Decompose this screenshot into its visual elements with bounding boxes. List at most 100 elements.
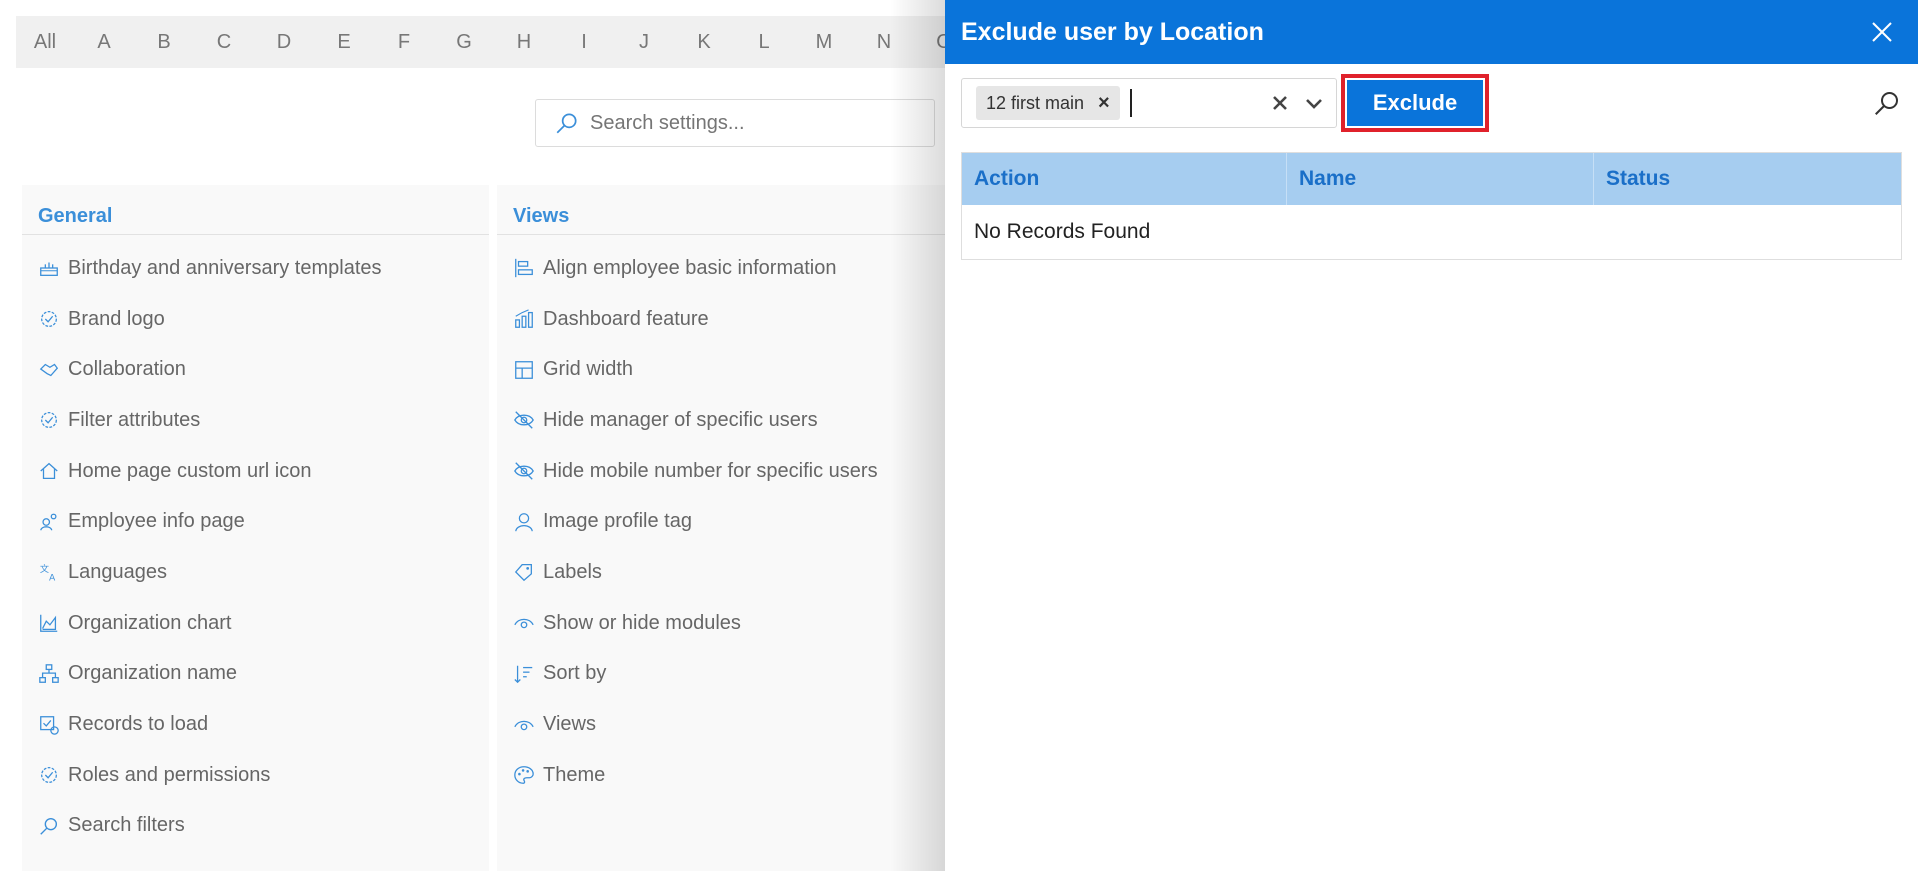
views-item-theme[interactable]: Theme	[497, 750, 957, 801]
general-item-collaboration[interactable]: Collaboration	[22, 344, 489, 395]
svg-text:文: 文	[40, 563, 49, 575]
search-icon[interactable]	[1872, 88, 1902, 118]
general-title: General	[22, 185, 489, 235]
general-list: Birthday and anniversary templates Brand …	[22, 243, 489, 851]
alpha-b[interactable]: B	[134, 31, 194, 54]
exclude-location-drawer: Exclude user by Location 12 first main ×…	[945, 0, 1918, 871]
exclude-button[interactable]: Exclude	[1347, 80, 1483, 126]
general-item-label: Languages	[68, 560, 167, 583]
alpha-j[interactable]: J	[614, 31, 674, 54]
alpha-g[interactable]: G	[434, 31, 494, 54]
eye-icon	[514, 618, 534, 629]
tag-icon	[514, 564, 532, 582]
views-item-hide-mobile-number-for-specific-users[interactable]: Hide mobile number for specific users	[497, 446, 957, 497]
table-icon	[515, 360, 533, 379]
general-item-filter-attributes[interactable]: Filter attributes	[22, 395, 489, 446]
close-icon	[1872, 22, 1892, 42]
views-item-show-or-hide-modules[interactable]: Show or hide modules	[497, 598, 957, 649]
general-item-search-filters[interactable]: Search filters	[22, 801, 489, 852]
excluded-users-grid: Action Name Status No Records Found	[961, 152, 1902, 260]
alpha-l[interactable]: L	[734, 31, 794, 54]
general-item-home-page-custom-url-icon[interactable]: Home page custom url icon	[22, 446, 489, 497]
general-item-label: Brand logo	[68, 307, 165, 330]
general-item-organization-name[interactable]: Organization name	[22, 649, 489, 700]
views-list: Align employee basic information Dashboar…	[497, 243, 957, 801]
area-chart-icon	[40, 614, 58, 633]
views-item-views[interactable]: Views	[497, 699, 957, 750]
general-item-label: Records to load	[68, 713, 209, 736]
views-item-label: Sort by	[543, 662, 607, 685]
settings-search-input[interactable]	[590, 111, 890, 135]
alpha-e[interactable]: E	[314, 31, 374, 54]
views-item-sort-by[interactable]: Sort by	[497, 649, 957, 700]
general-item-label: Organization name	[68, 662, 237, 685]
views-panel: Views Align employee basic information Da…	[497, 185, 957, 871]
alpha-f[interactable]: F	[374, 31, 434, 54]
alpha-k[interactable]: K	[674, 31, 734, 54]
views-item-label: Hide mobile number for specific users	[543, 459, 878, 482]
views-item-label: Dashboard feature	[543, 307, 709, 330]
badge-check-icon	[41, 311, 57, 328]
empty-records-message: No Records Found	[974, 220, 1151, 243]
palette-icon	[514, 766, 534, 785]
drawer-title: Exclude user by Location	[961, 17, 1264, 46]
alpha-m[interactable]: M	[794, 31, 854, 54]
settings-search-box[interactable]	[535, 99, 935, 147]
general-item-label: Birthday and anniversary templates	[68, 256, 382, 279]
alpha-a[interactable]: A	[74, 31, 134, 54]
alpha-h[interactable]: H	[494, 31, 554, 54]
close-button[interactable]	[1864, 14, 1900, 50]
eye-off-icon	[514, 462, 534, 480]
svg-text:A: A	[49, 573, 56, 584]
alpha-all[interactable]: All	[16, 31, 74, 54]
handshake-icon	[39, 363, 59, 377]
eye-off-icon	[514, 411, 534, 430]
views-title: Views	[497, 185, 957, 235]
general-item-records-to-load[interactable]: Records to load	[22, 699, 489, 750]
views-item-label: Theme	[543, 763, 606, 786]
bar-chart-icon	[515, 309, 533, 328]
general-item-languages[interactable]: 文 A Languages	[22, 547, 489, 598]
views-item-hide-manager-of-specific-users[interactable]: Hide manager of specific users	[497, 395, 957, 446]
location-multiselect[interactable]: 12 first main ×	[961, 78, 1337, 128]
alpha-c[interactable]: C	[194, 31, 254, 54]
general-item-label: Collaboration	[68, 358, 186, 381]
column-header-status[interactable]: Status	[1594, 153, 1901, 205]
general-item-birthday-and-anniversary-templates[interactable]: Birthday and anniversary templates	[22, 243, 489, 294]
views-item-label: Views	[543, 713, 596, 736]
general-item-roles-and-permissions[interactable]: Roles and permissions	[22, 750, 489, 801]
general-item-organization-chart[interactable]: Organization chart	[22, 598, 489, 649]
views-item-dashboard-feature[interactable]: Dashboard feature	[497, 294, 957, 345]
column-header-name[interactable]: Name	[1287, 153, 1594, 205]
views-item-label: Show or hide modules	[543, 611, 741, 634]
alpha-d[interactable]: D	[254, 31, 314, 54]
column-header-action[interactable]: Action	[962, 153, 1287, 205]
exclude-button-highlight: Exclude	[1341, 74, 1489, 132]
chip-remove-button[interactable]: ×	[1098, 92, 1110, 115]
general-item-brand-logo[interactable]: Brand logo	[22, 294, 489, 345]
cake-icon	[40, 262, 58, 277]
alpha-i[interactable]: I	[554, 31, 614, 54]
location-chip-label: 12 first main	[986, 92, 1085, 113]
views-item-labels[interactable]: Labels	[497, 547, 957, 598]
general-item-label: Employee info page	[68, 510, 245, 533]
person-icon	[515, 512, 533, 532]
views-item-label: Labels	[543, 560, 602, 583]
clear-selection-icon[interactable]	[1268, 91, 1292, 115]
views-item-grid-width[interactable]: Grid width	[497, 344, 957, 395]
people-icon	[40, 513, 57, 531]
align-left-icon	[515, 259, 533, 278]
sort-icon	[514, 665, 533, 684]
badge-check-icon	[41, 767, 57, 784]
drawer-header: Exclude user by Location	[945, 0, 1918, 64]
general-item-label: Organization chart	[68, 611, 232, 634]
views-item-align-employee-basic-information[interactable]: Align employee basic information	[497, 243, 957, 294]
chevron-down-icon[interactable]	[1302, 91, 1326, 115]
alphabet-filter-bar: All A B C D E F G H I J K L M N O	[16, 16, 1016, 68]
views-item-image-profile-tag[interactable]: Image profile tag	[497, 496, 957, 547]
drawer-toolbar: 12 first main × Exclude	[961, 74, 1902, 132]
general-item-employee-info-page[interactable]: Employee info page	[22, 496, 489, 547]
checkbox-sync-icon	[40, 715, 59, 735]
search-icon	[556, 113, 577, 134]
views-item-label: Align employee basic information	[543, 256, 837, 279]
